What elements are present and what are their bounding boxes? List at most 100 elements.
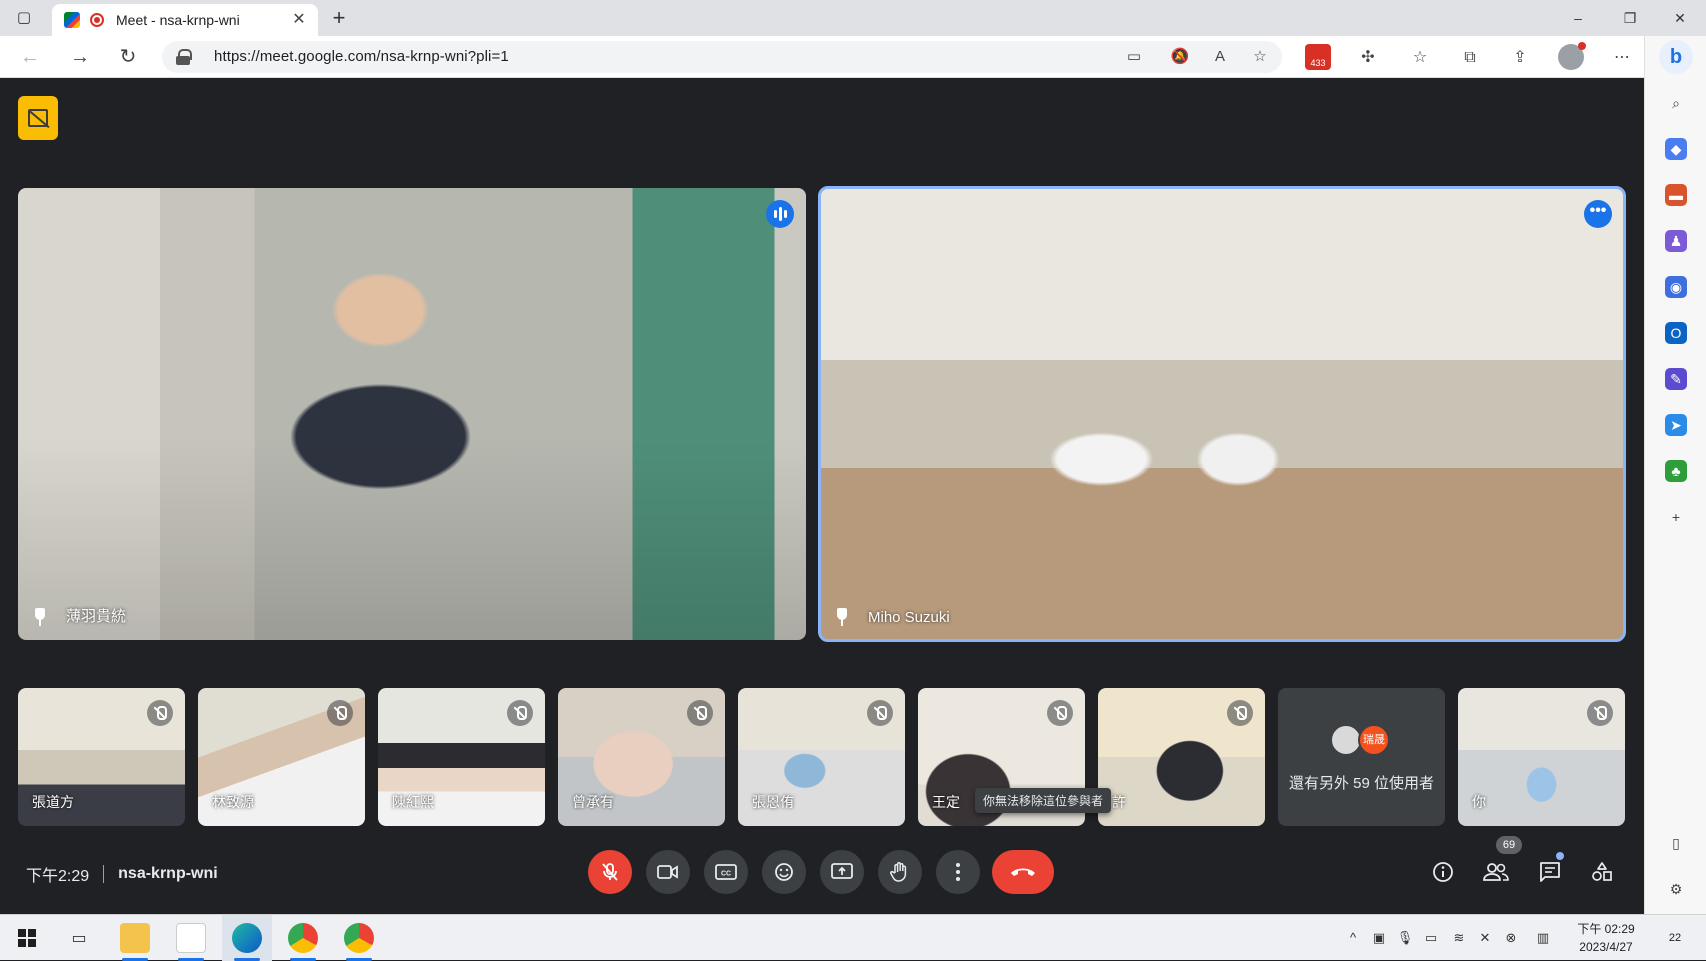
hide-sidebar-icon[interactable]: ▯ (1665, 832, 1687, 854)
present-screen-icon (831, 863, 853, 879)
status-icon[interactable]: ⊗ (1502, 929, 1520, 947)
participant-name: 張道方 (32, 794, 74, 810)
camera-button[interactable] (646, 850, 690, 894)
tab-title: Meet - nsa-krnp-wni (116, 12, 240, 28)
meet-tray-icon[interactable]: ▣ (1370, 929, 1388, 947)
wifi-icon[interactable]: ≋ (1450, 929, 1468, 947)
activities-shapes-icon (1592, 862, 1612, 881)
file-explorer-icon[interactable] (120, 923, 150, 953)
favorites-icon[interactable]: ☆ (1408, 46, 1432, 70)
window-close-button[interactable]: ✕ (1660, 6, 1700, 30)
participant-thumbnail[interactable]: 張恩侑 (738, 688, 905, 826)
reactions-button[interactable] (762, 850, 806, 894)
microsoft-365-icon[interactable]: ◉ (1665, 276, 1687, 298)
pin-icon[interactable] (32, 606, 48, 628)
search-icon[interactable]: ⌕ (1665, 92, 1687, 114)
meeting-info-button[interactable] (1423, 852, 1463, 892)
bing-chat-icon[interactable]: b (1659, 40, 1693, 74)
tab-actions-menu-icon[interactable]: ▢ (14, 8, 34, 28)
recording-off-icon (28, 109, 48, 127)
notification-center-icon[interactable]: 22 (1660, 925, 1690, 951)
activities-button[interactable] (1582, 852, 1622, 892)
participant-thumbnail[interactable]: 許 (1098, 688, 1265, 826)
chat-button[interactable] (1530, 852, 1570, 892)
participant-thumbnail[interactable]: 曾承有 (558, 688, 725, 826)
people-button[interactable] (1476, 852, 1516, 892)
lock-icon[interactable] (176, 49, 192, 65)
taskbar-clock[interactable]: 下午 02:29 2023/4/27 (1566, 920, 1646, 956)
url-text[interactable]: https://meet.google.com/nsa-krnp-wni?pli… (214, 48, 509, 65)
reload-button[interactable]: ↻ (116, 45, 140, 69)
microphone-tray-icon[interactable]: 🎙 (1396, 929, 1414, 947)
extension-badge[interactable]: 433 (1305, 44, 1331, 70)
new-tab-button[interactable]: + (326, 6, 352, 32)
read-aloud-icon[interactable]: A (1210, 47, 1230, 67)
window-restore-button[interactable]: ❐ (1610, 6, 1650, 30)
camera-permission-icon[interactable]: ▭ (1124, 47, 1144, 67)
leave-call-button[interactable] (992, 850, 1054, 894)
mic-muted-icon (1047, 700, 1073, 726)
back-button[interactable]: ← (18, 45, 42, 69)
forward-button[interactable]: → (68, 45, 92, 69)
clock-date: 2023/4/27 (1579, 940, 1633, 954)
notepad-icon[interactable] (176, 923, 206, 953)
participant-name: 許 (1112, 794, 1126, 810)
send-icon[interactable]: ➤ (1665, 414, 1687, 436)
battery-icon[interactable]: ▭ (1422, 929, 1440, 947)
show-hidden-icons-chevron-icon[interactable]: ^ (1344, 929, 1362, 947)
recording-badge[interactable] (18, 96, 58, 140)
participant-tile-main-1[interactable]: 薄羽貴統 (18, 188, 806, 640)
ime-icon[interactable]: ▥ (1534, 929, 1552, 947)
window-minimize-button[interactable]: – (1558, 6, 1598, 30)
address-bar[interactable]: https://meet.google.com/nsa-krnp-wni?pli… (162, 41, 1282, 73)
extensions-puzzle-icon[interactable]: ✣ (1356, 46, 1380, 70)
sidebar-settings-gear-icon[interactable]: ⚙ (1665, 878, 1687, 900)
divider (103, 865, 105, 883)
more-options-button[interactable] (936, 850, 980, 894)
tools-briefcase-icon[interactable]: ▬ (1665, 184, 1687, 206)
notification-blocked-icon[interactable]: 🔕 (1170, 47, 1190, 67)
participant-thumbnail[interactable]: 陳紅熙 (378, 688, 545, 826)
participant-thumbnail[interactable]: 林致源 (198, 688, 365, 826)
participant-name: 陳紅熙 (392, 794, 434, 810)
more-menu-icon[interactable]: ⋯ (1610, 46, 1634, 70)
captions-button[interactable]: CC (704, 850, 748, 894)
participant-tile-main-2[interactable]: ••• Miho Suzuki (818, 186, 1626, 642)
meeting-details: 下午2:29 nsa-krnp-wni (26, 862, 218, 886)
other-participants-tile[interactable]: 瑞晟 還有另外 59 位使用者 (1278, 688, 1445, 826)
tree-icon[interactable]: ♣ (1665, 460, 1687, 482)
more-options-icon[interactable]: ••• (1584, 200, 1612, 228)
games-icon[interactable]: ♟ (1665, 230, 1687, 252)
other-participants-count: 還有另外 59 位使用者 (1288, 775, 1435, 792)
emoji-smile-icon (775, 863, 793, 881)
more-vertical-icon (956, 863, 960, 881)
mic-muted-icon (687, 700, 713, 726)
notification-count: 22 (1668, 932, 1682, 944)
shopping-tag-icon[interactable]: ◆ (1665, 138, 1687, 160)
speaker-muted-icon[interactable]: ✕ (1476, 929, 1494, 947)
participant-name: Miho Suzuki (868, 609, 950, 626)
collections-icon[interactable]: ⧉ (1458, 46, 1482, 70)
chrome-browser-icon[interactable] (288, 923, 318, 953)
chrome-profile-icon[interactable] (344, 923, 374, 953)
self-view-thumbnail[interactable]: 你 (1458, 688, 1625, 826)
add-favorite-icon[interactable]: ☆ (1250, 47, 1270, 67)
task-view-icon[interactable]: ▭ (64, 923, 94, 953)
outlook-icon[interactable]: O (1665, 322, 1687, 344)
tab-close-icon[interactable]: ✕ (288, 9, 310, 31)
mic-muted-icon (147, 700, 173, 726)
share-icon[interactable]: ⇪ (1508, 46, 1532, 70)
participant-name: 張恩侑 (752, 794, 794, 810)
pin-icon[interactable] (834, 606, 850, 628)
edge-browser-icon[interactable] (232, 923, 262, 953)
add-sidebar-app-icon[interactable]: + (1665, 506, 1687, 528)
raise-hand-button[interactable] (878, 850, 922, 894)
windows-start-icon[interactable] (12, 923, 42, 953)
profile-avatar[interactable] (1558, 42, 1586, 70)
designer-icon[interactable]: ✎ (1665, 368, 1687, 390)
browser-tab-meet[interactable]: Meet - nsa-krnp-wni ✕ (52, 4, 318, 36)
participant-thumbnail[interactable]: 張道方 (18, 688, 185, 826)
mic-muted-icon (1587, 700, 1613, 726)
microphone-off-button[interactable] (588, 850, 632, 894)
present-screen-button[interactable] (820, 850, 864, 894)
